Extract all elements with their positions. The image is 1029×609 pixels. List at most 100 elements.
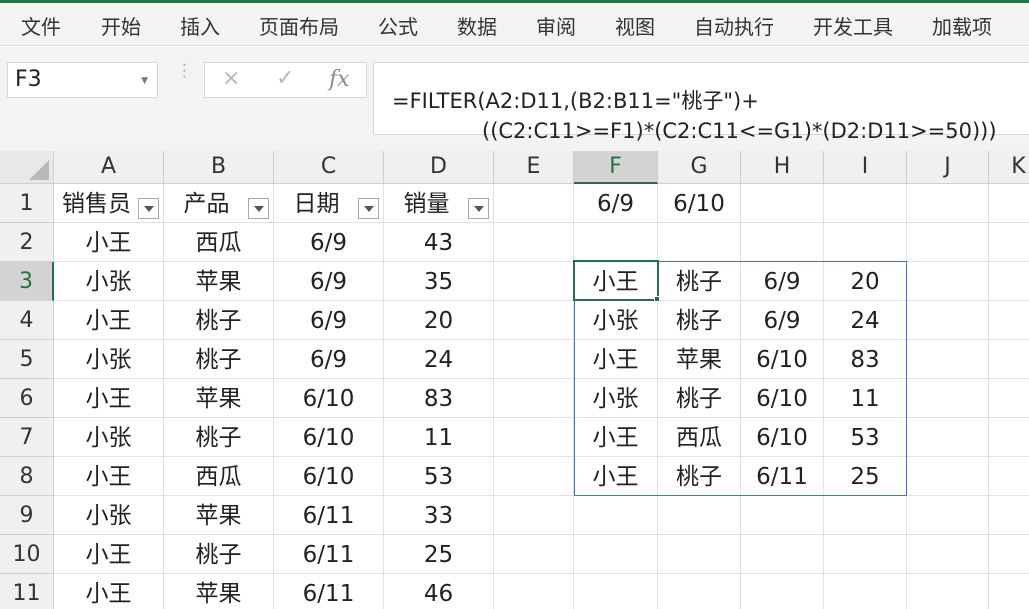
- cell-b9[interactable]: 苹果: [164, 496, 274, 535]
- cell-j3[interactable]: [907, 262, 989, 301]
- cell-f5[interactable]: 小王: [574, 340, 658, 379]
- cell-c11[interactable]: 6/11: [274, 574, 384, 609]
- cell-b10[interactable]: 桃子: [164, 535, 274, 574]
- tab-add-ins[interactable]: 加载项: [932, 11, 992, 40]
- cell-e4[interactable]: [494, 301, 574, 340]
- drag-handle-icon[interactable]: ⋮: [176, 63, 193, 80]
- cell-a4[interactable]: 小王: [54, 301, 164, 340]
- cell-h3[interactable]: 6/9: [741, 262, 824, 301]
- cell-c5[interactable]: 6/9: [274, 340, 384, 379]
- cell-e10[interactable]: [494, 535, 574, 574]
- cell-b5[interactable]: 桃子: [164, 340, 274, 379]
- cell-a8[interactable]: 小王: [54, 457, 164, 496]
- cell-g4[interactable]: 桃子: [658, 301, 741, 340]
- cell-e9[interactable]: [494, 496, 574, 535]
- cell-a3[interactable]: 小张: [54, 262, 164, 301]
- cell-a7[interactable]: 小张: [54, 418, 164, 457]
- cell-c7[interactable]: 6/10: [274, 418, 384, 457]
- cell-k9[interactable]: [989, 496, 1029, 535]
- cell-j11[interactable]: [907, 574, 989, 609]
- cell-j7[interactable]: [907, 418, 989, 457]
- cell-k3[interactable]: [989, 262, 1029, 301]
- cell-g2[interactable]: [658, 223, 741, 262]
- cell-c2[interactable]: 6/9: [274, 223, 384, 262]
- cell-c3[interactable]: 6/9: [274, 262, 384, 301]
- column-header-e[interactable]: E: [494, 151, 574, 184]
- column-header-c[interactable]: C: [274, 151, 384, 184]
- tab-formulas[interactable]: 公式: [378, 11, 418, 40]
- cell-e1[interactable]: [494, 184, 574, 223]
- cell-f10[interactable]: [574, 535, 658, 574]
- tab-developer[interactable]: 开发工具: [813, 11, 893, 40]
- name-box[interactable]: F3 ▼: [7, 62, 158, 98]
- cell-c4[interactable]: 6/9: [274, 301, 384, 340]
- row-header-10[interactable]: 10: [0, 535, 54, 574]
- cell-d3[interactable]: 35: [384, 262, 494, 301]
- cell-h6[interactable]: 6/10: [741, 379, 824, 418]
- cell-g10[interactable]: [658, 535, 741, 574]
- cell-g11[interactable]: [658, 574, 741, 609]
- cell-e3[interactable]: [494, 262, 574, 301]
- cell-k2[interactable]: [989, 223, 1029, 262]
- row-header-4[interactable]: 4: [0, 301, 54, 340]
- tab-view[interactable]: 视图: [615, 11, 655, 40]
- cell-f3[interactable]: 小王: [574, 262, 658, 301]
- row-header-5[interactable]: 5: [0, 340, 54, 379]
- filter-dropdown-button[interactable]: [248, 198, 269, 219]
- cell-k8[interactable]: [989, 457, 1029, 496]
- formula-input[interactable]: =FILTER(A2:D11,(B2:B11="桃子")+ ((C2:C11>=…: [373, 62, 1029, 143]
- cell-i10[interactable]: [824, 535, 907, 574]
- cell-b1[interactable]: 产品: [164, 184, 274, 223]
- filter-dropdown-button[interactable]: [358, 198, 379, 219]
- cell-h4[interactable]: 6/9: [741, 301, 824, 340]
- cell-e8[interactable]: [494, 457, 574, 496]
- cell-f7[interactable]: 小王: [574, 418, 658, 457]
- cell-k11[interactable]: [989, 574, 1029, 609]
- cell-f8[interactable]: 小王: [574, 457, 658, 496]
- cell-j6[interactable]: [907, 379, 989, 418]
- cell-e11[interactable]: [494, 574, 574, 609]
- cancel-icon[interactable]: ×: [222, 66, 240, 91]
- cell-c1[interactable]: 日期: [274, 184, 384, 223]
- column-header-k[interactable]: K: [989, 151, 1029, 184]
- row-header-6[interactable]: 6: [0, 379, 54, 418]
- cell-d5[interactable]: 24: [384, 340, 494, 379]
- cell-i11[interactable]: [824, 574, 907, 609]
- cell-d11[interactable]: 46: [384, 574, 494, 609]
- cell-i3[interactable]: 20: [824, 262, 907, 301]
- cell-b6[interactable]: 苹果: [164, 379, 274, 418]
- column-header-a[interactable]: A: [54, 151, 164, 184]
- row-header-7[interactable]: 7: [0, 418, 54, 457]
- cell-i8[interactable]: 25: [824, 457, 907, 496]
- cell-h11[interactable]: [741, 574, 824, 609]
- cell-j8[interactable]: [907, 457, 989, 496]
- cell-j10[interactable]: [907, 535, 989, 574]
- cell-a6[interactable]: 小王: [54, 379, 164, 418]
- cell-h9[interactable]: [741, 496, 824, 535]
- cell-c10[interactable]: 6/11: [274, 535, 384, 574]
- cell-c9[interactable]: 6/11: [274, 496, 384, 535]
- cell-b3[interactable]: 苹果: [164, 262, 274, 301]
- column-header-j[interactable]: J: [907, 151, 989, 184]
- cell-h7[interactable]: 6/10: [741, 418, 824, 457]
- cell-d10[interactable]: 25: [384, 535, 494, 574]
- cell-a1[interactable]: 销售员: [54, 184, 164, 223]
- cell-g5[interactable]: 苹果: [658, 340, 741, 379]
- cell-h10[interactable]: [741, 535, 824, 574]
- cell-k1[interactable]: [989, 184, 1029, 223]
- cell-a9[interactable]: 小张: [54, 496, 164, 535]
- tab-file[interactable]: 文件: [21, 11, 61, 40]
- cell-g3[interactable]: 桃子: [658, 262, 741, 301]
- cell-f1[interactable]: 6/9: [574, 184, 658, 223]
- column-header-g[interactable]: G: [658, 151, 741, 184]
- cell-d1[interactable]: 销量: [384, 184, 494, 223]
- cell-k7[interactable]: [989, 418, 1029, 457]
- cell-f6[interactable]: 小张: [574, 379, 658, 418]
- cell-b4[interactable]: 桃子: [164, 301, 274, 340]
- cell-f4[interactable]: 小张: [574, 301, 658, 340]
- column-header-d[interactable]: D: [384, 151, 494, 184]
- cell-i6[interactable]: 11: [824, 379, 907, 418]
- cell-e6[interactable]: [494, 379, 574, 418]
- cell-k6[interactable]: [989, 379, 1029, 418]
- cell-a10[interactable]: 小王: [54, 535, 164, 574]
